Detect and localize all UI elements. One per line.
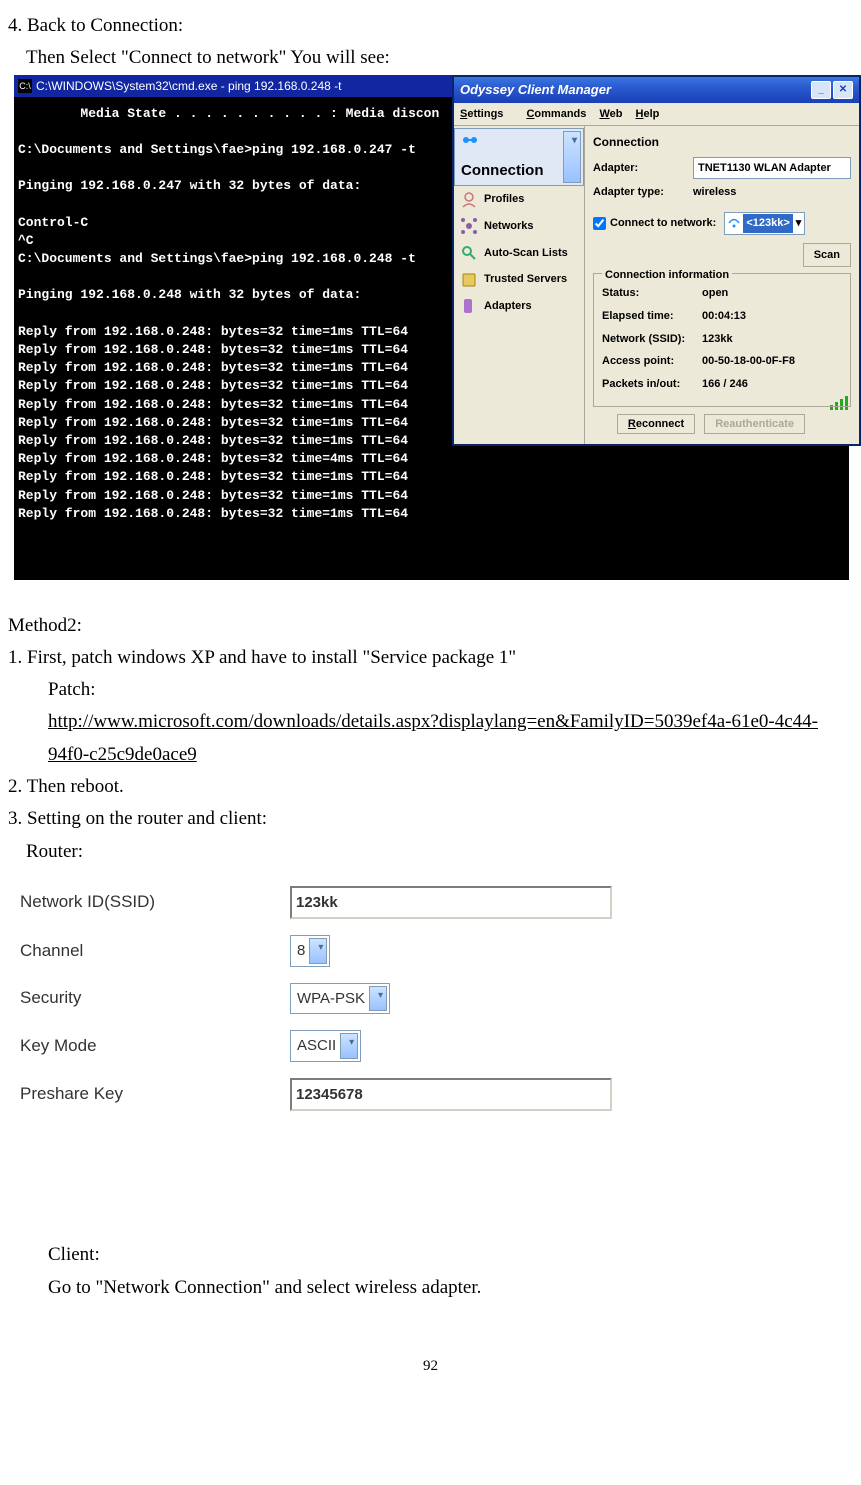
router-security-select[interactable]: WPA-PSK — [290, 983, 390, 1015]
nav-networks[interactable]: Networks — [454, 213, 584, 240]
page-number: 92 — [8, 1354, 853, 1380]
odyssey-title-text: Odyssey Client Manager — [460, 79, 611, 101]
router-psk-input[interactable]: 12345678 — [290, 1078, 612, 1112]
client-instruction: Go to "Network Connection" and select wi… — [8, 1272, 853, 1304]
adapters-icon — [460, 297, 478, 315]
router-keymode-label: Key Mode — [20, 1022, 290, 1070]
method2-heading: Method2: — [8, 610, 853, 642]
router-channel-label: Channel — [20, 927, 290, 975]
cmd-window: C:\ C:\WINDOWS\System32\cmd.exe - ping 1… — [14, 75, 849, 580]
connection-icon — [461, 131, 479, 149]
step-4-heading: 4. Back to Connection: — [8, 10, 853, 42]
packets-value: 166 / 246 — [702, 375, 748, 394]
odyssey-menubar: Settings Commands Web Help — [454, 103, 859, 127]
profiles-icon — [460, 191, 478, 209]
patch-link[interactable]: http://www.microsoft.com/downloads/detai… — [48, 711, 818, 764]
router-ssid-input[interactable]: 123kk — [290, 886, 612, 920]
router-label: Router: — [8, 836, 853, 868]
connect-checkbox[interactable] — [593, 217, 606, 230]
nav-adapters[interactable]: Adapters — [454, 293, 584, 320]
nav-connection[interactable]: Connection — [454, 128, 584, 186]
reconnect-button[interactable]: Reconnect — [617, 414, 695, 434]
cmd-title-text: C:\WINDOWS\System32\cmd.exe - ping 192.1… — [36, 75, 341, 97]
packets-label: Packets in/out: — [602, 375, 702, 394]
ssid-value: 123kk — [702, 330, 733, 349]
nav-profiles[interactable]: Profiles — [454, 186, 584, 213]
status-label: Status: — [602, 284, 702, 303]
network-dropdown[interactable]: <123kk> ▾ — [724, 212, 805, 235]
nav-autoscan[interactable]: Auto-Scan Lists — [454, 240, 584, 267]
close-button[interactable]: ✕ — [833, 81, 853, 99]
networks-icon — [460, 217, 478, 235]
nav-trusted[interactable]: Trusted Servers — [454, 266, 584, 293]
ssid-label: Network (SSID): — [602, 330, 702, 349]
connection-info-group: Connection information Status:open Elaps… — [593, 273, 851, 406]
odyssey-titlebar[interactable]: Odyssey Client Manager _ ✕ — [454, 77, 859, 103]
router-settings-panel: Network ID(SSID)123kk Channel8 SecurityW… — [20, 878, 853, 1120]
client-label: Client: — [8, 1239, 853, 1271]
adapter-type-value: wireless — [693, 183, 736, 202]
autoscan-icon — [460, 244, 478, 262]
menu-help[interactable]: Help — [636, 108, 660, 120]
connect-label: Connect to network: — [610, 214, 716, 233]
adapter-label: Adapter: — [593, 159, 693, 178]
chevron-down-icon: ▾ — [796, 214, 802, 233]
menu-settings[interactable]: Settings — [460, 108, 513, 120]
scan-button[interactable]: Scan — [803, 243, 851, 268]
conninfo-title: Connection information — [602, 266, 732, 285]
connection-heading: Connection — [593, 132, 851, 152]
cmd-icon: C:\ — [18, 79, 32, 93]
method2-step2: 2. Then reboot. — [8, 771, 853, 803]
adapter-type-label: Adapter type: — [593, 183, 693, 202]
method2-step3: 3. Setting on the router and client: — [8, 803, 853, 835]
patch-label: Patch: — [8, 674, 853, 706]
ap-value: 00-50-18-00-0F-F8 — [702, 352, 795, 371]
adapter-dropdown[interactable]: TNET1130 WLAN Adapter — [693, 157, 851, 180]
reauthenticate-button: Reauthenticate — [704, 414, 805, 434]
wifi-icon — [728, 218, 740, 228]
elapsed-label: Elapsed time: — [602, 307, 702, 326]
odyssey-content: Connection Adapter:TNET1130 WLAN Adapter… — [585, 126, 859, 443]
odyssey-sidebar: Connection Profiles Networks Auto-Scan L… — [454, 126, 585, 443]
ap-label: Access point: — [602, 352, 702, 371]
router-ssid-label: Network ID(SSID) — [20, 878, 290, 928]
router-psk-label: Preshare Key — [20, 1070, 290, 1120]
menu-web[interactable]: Web — [599, 108, 622, 120]
step-4-instruction: Then Select "Connect to network" You wil… — [8, 42, 853, 74]
status-value: open — [702, 284, 728, 303]
router-channel-select[interactable]: 8 — [290, 935, 330, 967]
elapsed-value: 00:04:13 — [702, 307, 746, 326]
method2-step1: 1. First, patch windows XP and have to i… — [8, 642, 853, 674]
menu-commands[interactable]: Commands — [526, 108, 586, 120]
router-security-label: Security — [20, 975, 290, 1023]
trusted-icon — [460, 271, 478, 289]
minimize-button[interactable]: _ — [811, 81, 831, 99]
router-keymode-select[interactable]: ASCII — [290, 1030, 361, 1062]
odyssey-window: Odyssey Client Manager _ ✕ Settings Comm… — [452, 75, 861, 446]
